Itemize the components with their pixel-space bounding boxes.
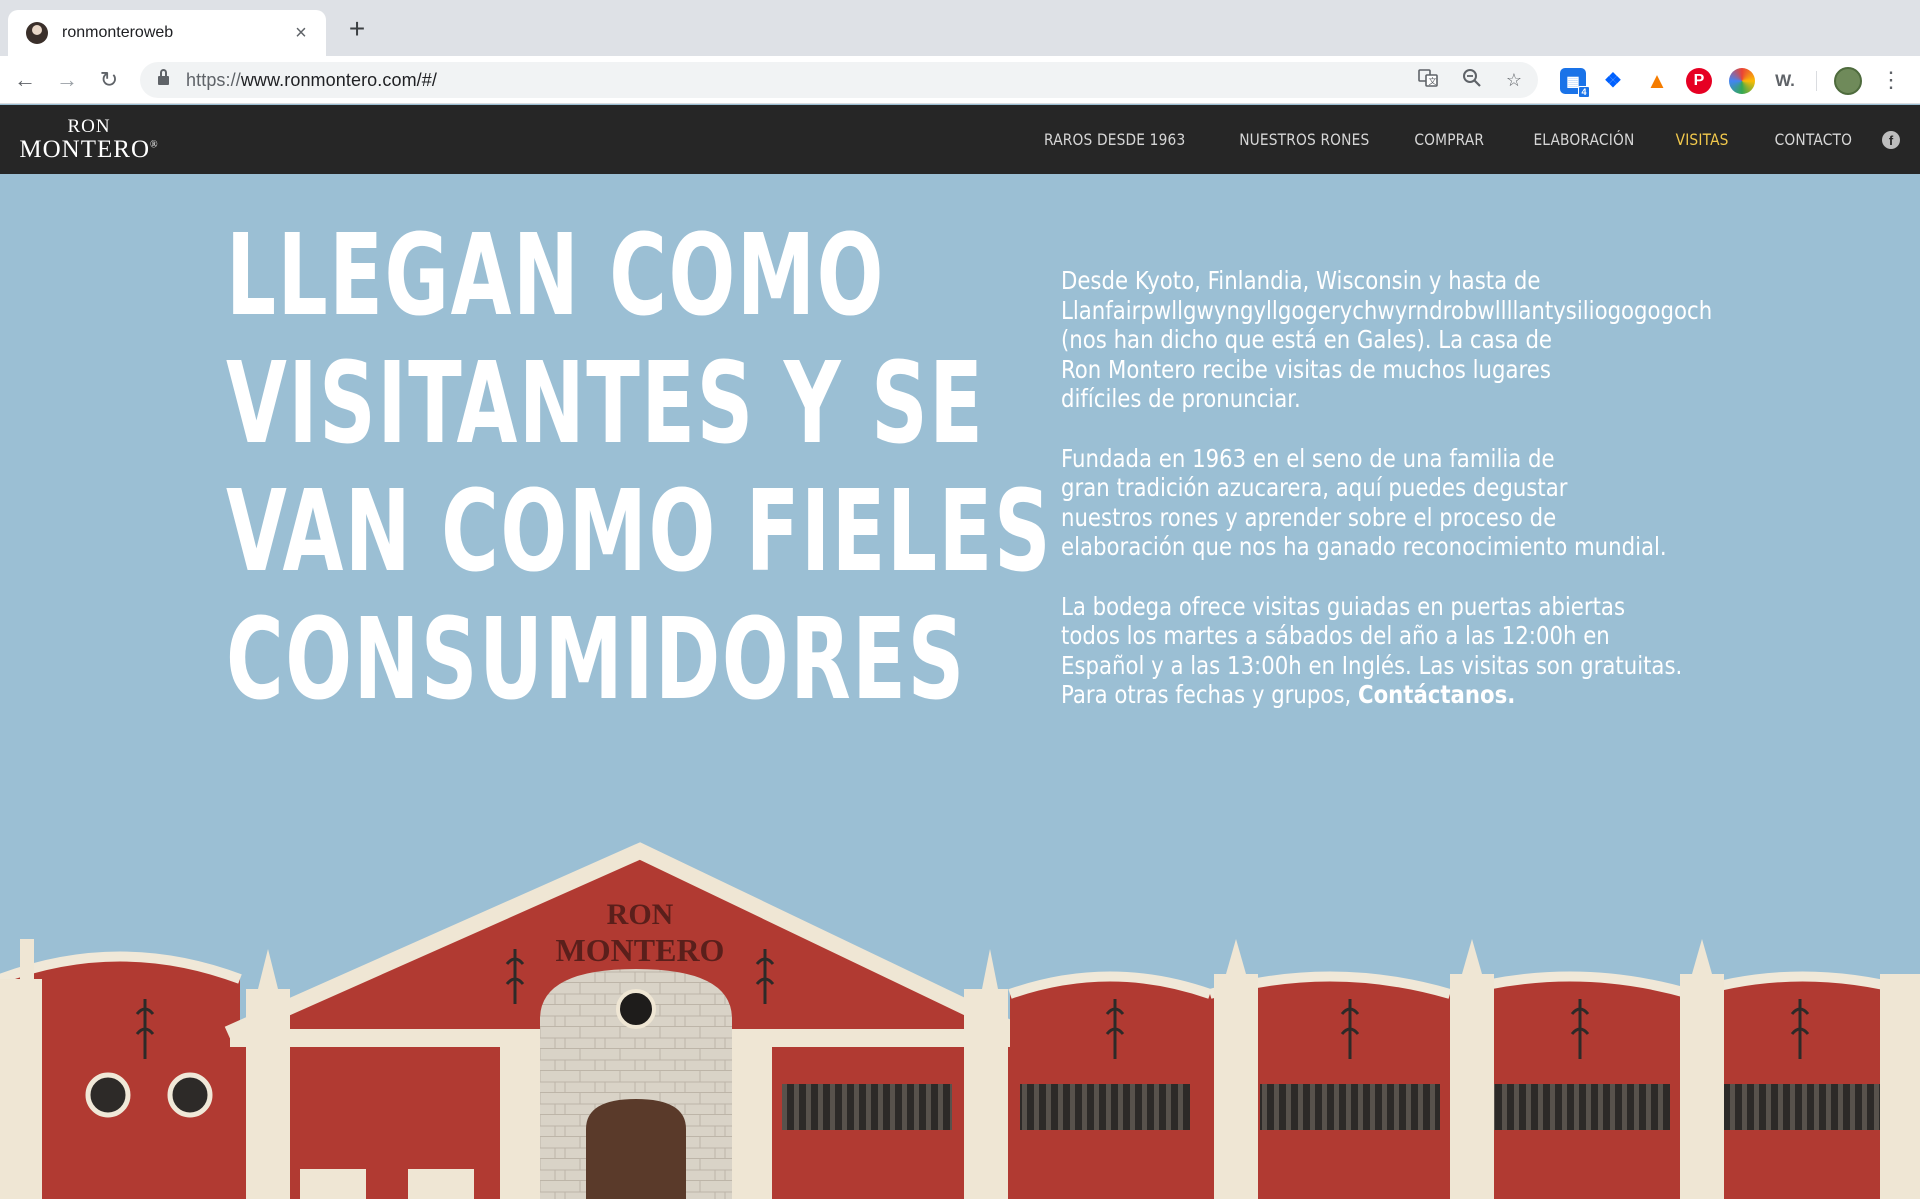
dropbox-icon[interactable]: ❖	[1600, 68, 1626, 94]
color-picker-icon[interactable]	[1729, 68, 1755, 94]
profile-avatar[interactable]	[1834, 67, 1862, 95]
back-arrow-icon[interactable]: ←	[10, 65, 40, 95]
hero-copy: Desde Kyoto, Finlandia, Wisconsin y hast…	[1061, 266, 1821, 740]
svg-text:RON: RON	[607, 898, 674, 931]
visits-paragraph: La bodega ofrece visitas guiadas en puer…	[1061, 591, 1683, 710]
nav-elaboracion[interactable]: ELABORACIÓN	[1533, 130, 1634, 149]
nav-visitas[interactable]: VISITAS	[1676, 130, 1729, 149]
svg-text:文: 文	[1429, 76, 1437, 86]
browser-menu-icon[interactable]: ⋮	[1880, 66, 1902, 94]
browser-toolbar: ← → ↻ https://www.ronmontero.com/#/ 文 ☆ …	[0, 56, 1920, 104]
bodega-building-illustration: RON MONTERO	[0, 842, 1920, 1199]
intro-paragraph: Desde Kyoto, Finlandia, Wisconsin y hast…	[1061, 266, 1713, 414]
visitas-hero: LLEGAN COMO VISITANTES Y SE VAN COMO FIE…	[0, 174, 1920, 1199]
facebook-icon[interactable]: f	[1882, 130, 1900, 149]
history-paragraph: Fundada en 1963 en el seno de una famili…	[1061, 443, 1667, 562]
close-tab-icon[interactable]: ×	[290, 22, 312, 44]
video-extension-icon[interactable]: ▦ 4	[1560, 68, 1590, 98]
headline-line: CONSUMIDORES	[226, 595, 966, 725]
toolbar-divider	[1816, 71, 1817, 91]
reload-icon[interactable]: ↻	[94, 65, 124, 95]
tab-title: ronmonteroweb	[62, 24, 174, 41]
browser-tab[interactable]: ronmonteroweb ×	[8, 10, 326, 56]
nav-nuestros-rones[interactable]: NUESTROS RONES	[1240, 130, 1370, 149]
lock-icon	[158, 69, 169, 87]
headline-line: LLEGAN COMO	[226, 211, 885, 341]
svg-text:MONTERO: MONTERO	[556, 932, 725, 968]
new-tab-button[interactable]: +	[343, 15, 371, 44]
main-nav: RAROS DESDE 1963 NUESTROS RONES COMPRAR …	[988, 105, 1900, 174]
site-favicon-icon	[26, 22, 48, 44]
zoom-icon[interactable]	[1460, 68, 1484, 92]
hero-headline: LLEGAN COMO VISITANTES Y SE VAN COMO FIE…	[226, 211, 1053, 725]
nav-comprar[interactable]: COMPRAR	[1414, 130, 1484, 149]
headline-line: VAN COMO FIELES	[226, 467, 1053, 597]
contactanos-link[interactable]: Contáctanos.	[1358, 680, 1515, 709]
headline-line: VISITANTES Y SE	[226, 339, 985, 469]
nav-contacto[interactable]: CONTACTO	[1775, 130, 1852, 149]
forward-arrow-icon[interactable]: →	[52, 65, 82, 95]
ron-montero-logo[interactable]: RON MONTERO®	[18, 117, 160, 162]
bookmark-star-icon[interactable]: ☆	[1502, 68, 1526, 92]
address-bar[interactable]: https://www.ronmontero.com/#/ 文 ☆	[140, 62, 1538, 98]
pinterest-icon[interactable]: P	[1686, 68, 1712, 94]
nav-raros-desde-1963[interactable]: RAROS DESDE 1963	[1044, 130, 1185, 149]
browser-tab-strip: ronmonteroweb × +	[0, 0, 1920, 56]
w-extension-icon[interactable]: W.	[1772, 68, 1798, 94]
translate-icon[interactable]: 文	[1416, 68, 1440, 92]
warning-extension-icon[interactable]: ▲	[1644, 68, 1670, 94]
site-header: RON MONTERO® RAROS DESDE 1963 NUESTROS R…	[0, 105, 1920, 174]
url-text[interactable]: https://www.ronmontero.com/#/	[186, 70, 437, 91]
